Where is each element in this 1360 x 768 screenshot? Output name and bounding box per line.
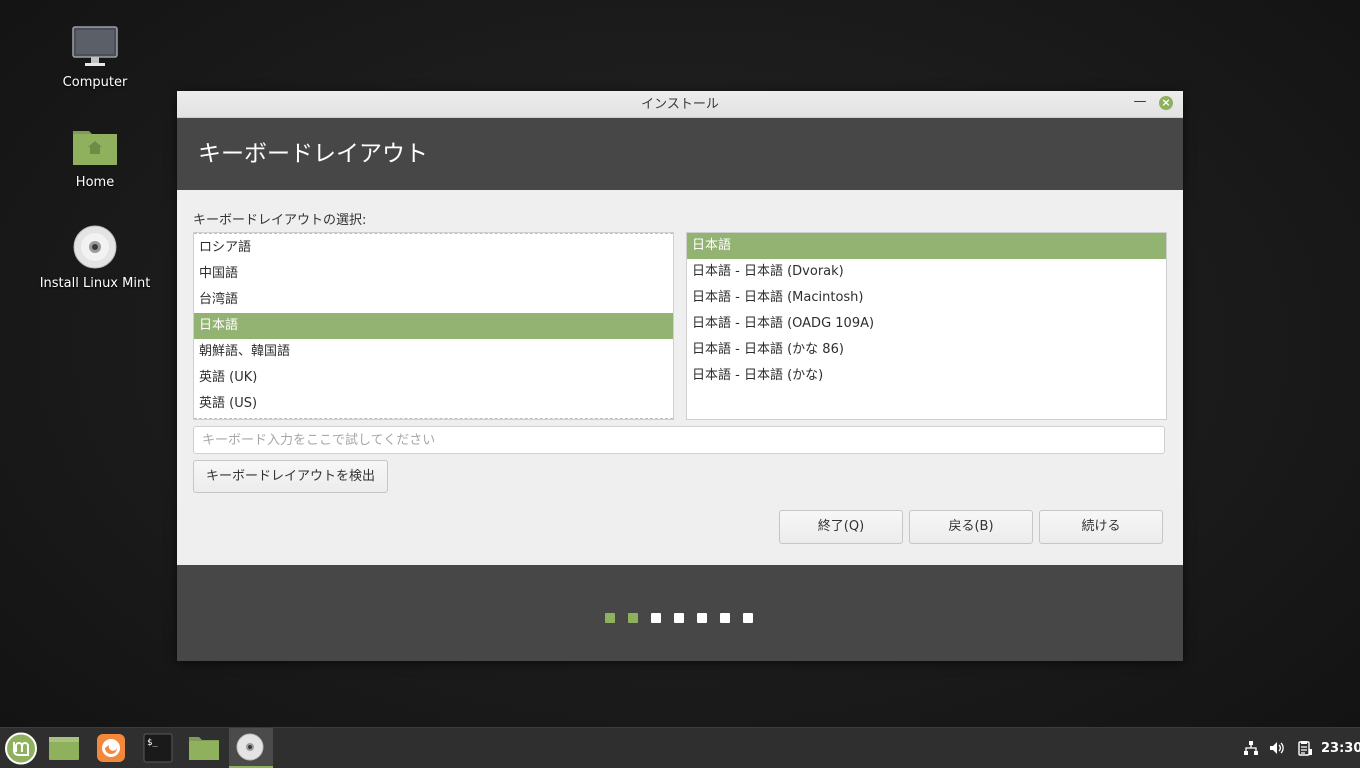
- menu-button[interactable]: [0, 728, 44, 768]
- progress-dot: [674, 613, 684, 623]
- layout-item-chinese[interactable]: 中国語: [194, 261, 673, 287]
- variant-item-macintosh[interactable]: 日本語 - 日本語 (Macintosh): [687, 285, 1166, 311]
- variant-list[interactable]: 日本語 日本語 - 日本語 (Dvorak) 日本語 - 日本語 (Macint…: [686, 232, 1167, 420]
- desktop-icon-home[interactable]: Home: [30, 125, 160, 190]
- layout-select-label: キーボードレイアウトの選択:: [193, 213, 367, 228]
- progress-footer: [177, 565, 1183, 661]
- desktop-icon-label: Computer: [62, 75, 128, 90]
- desktop-icon-install[interactable]: Install Linux Mint: [30, 224, 160, 291]
- clipboard-icon[interactable]: [1297, 740, 1313, 756]
- disc-icon: [73, 225, 117, 269]
- taskbar-file-manager-launcher[interactable]: [42, 728, 86, 768]
- disc-icon: [236, 733, 264, 761]
- terminal-icon: $_: [143, 733, 173, 763]
- layout-item-english-uk[interactable]: 英語 (UK): [194, 365, 673, 391]
- network-icon[interactable]: [1243, 740, 1259, 756]
- variant-item-oadg109a[interactable]: 日本語 - 日本語 (OADG 109A): [687, 311, 1166, 337]
- computer-icon: [72, 26, 118, 66]
- folder-icon: [189, 737, 219, 760]
- clock[interactable]: 23:30: [1321, 741, 1360, 756]
- variant-item-dvorak[interactable]: 日本語 - 日本語 (Dvorak): [687, 259, 1166, 285]
- keyboard-test-input[interactable]: [193, 426, 1165, 454]
- desktop-icon-computer[interactable]: Computer: [30, 25, 160, 90]
- continue-button[interactable]: 続ける: [1039, 510, 1163, 544]
- progress-dots: [605, 608, 766, 627]
- variant-item-kana86[interactable]: 日本語 - 日本語 (かな 86): [687, 337, 1166, 363]
- page-title: キーボードレイアウト: [198, 141, 428, 167]
- quit-button[interactable]: 終了(Q): [779, 510, 903, 544]
- window-titlebar[interactable]: インストール — ×: [177, 91, 1183, 118]
- content-area: キーボードレイアウトの選択: ロシア語 中国語 台湾語 日本語 朝鮮語、韓国語 …: [177, 190, 1183, 565]
- layout-item-taiwanese[interactable]: 台湾語: [194, 287, 673, 313]
- progress-dot: [651, 613, 661, 623]
- desktop-icon-label: Install Linux Mint: [39, 276, 151, 291]
- progress-dot: [743, 613, 753, 623]
- minimize-icon[interactable]: —: [1132, 91, 1148, 117]
- variant-item-kana[interactable]: 日本語 - 日本語 (かな): [687, 363, 1166, 389]
- volume-icon[interactable]: [1269, 740, 1285, 756]
- progress-dot: [605, 613, 615, 623]
- folder-icon: [49, 737, 79, 760]
- desktop-icon-label: Home: [75, 175, 115, 190]
- progress-dot: [628, 613, 638, 623]
- close-icon[interactable]: ×: [1159, 96, 1173, 110]
- installer-window: インストール — × キーボードレイアウト キーボードレイアウトの選択: ロシア…: [177, 91, 1183, 661]
- progress-dot: [720, 613, 730, 623]
- detect-layout-button[interactable]: キーボードレイアウトを検出: [193, 460, 388, 493]
- layout-item-korean[interactable]: 朝鮮語、韓国語: [194, 339, 673, 365]
- layout-item-japanese[interactable]: 日本語: [194, 313, 673, 339]
- taskbar-firefox-launcher[interactable]: [89, 728, 133, 768]
- back-button[interactable]: 戻る(B): [909, 510, 1033, 544]
- mint-logo-icon: [5, 732, 37, 765]
- taskbar: $_ 23:30: [0, 727, 1360, 768]
- taskbar-terminal-launcher[interactable]: $_: [136, 728, 180, 768]
- layout-list[interactable]: ロシア語 中国語 台湾語 日本語 朝鮮語、韓国語 英語 (UK) 英語 (US): [193, 232, 674, 420]
- progress-dot: [697, 613, 707, 623]
- page-header: キーボードレイアウト: [177, 118, 1183, 190]
- window-title: インストール: [641, 97, 719, 112]
- taskbar-folder-launcher[interactable]: [182, 728, 226, 768]
- taskbar-installer-window[interactable]: [229, 728, 273, 768]
- layout-item-russian[interactable]: ロシア語: [194, 235, 673, 261]
- svg-text:$_: $_: [147, 738, 158, 748]
- variant-item-japanese[interactable]: 日本語: [687, 233, 1166, 259]
- firefox-icon: [97, 734, 125, 762]
- home-folder-icon: [73, 131, 117, 165]
- layout-item-english-us[interactable]: 英語 (US): [194, 391, 673, 417]
